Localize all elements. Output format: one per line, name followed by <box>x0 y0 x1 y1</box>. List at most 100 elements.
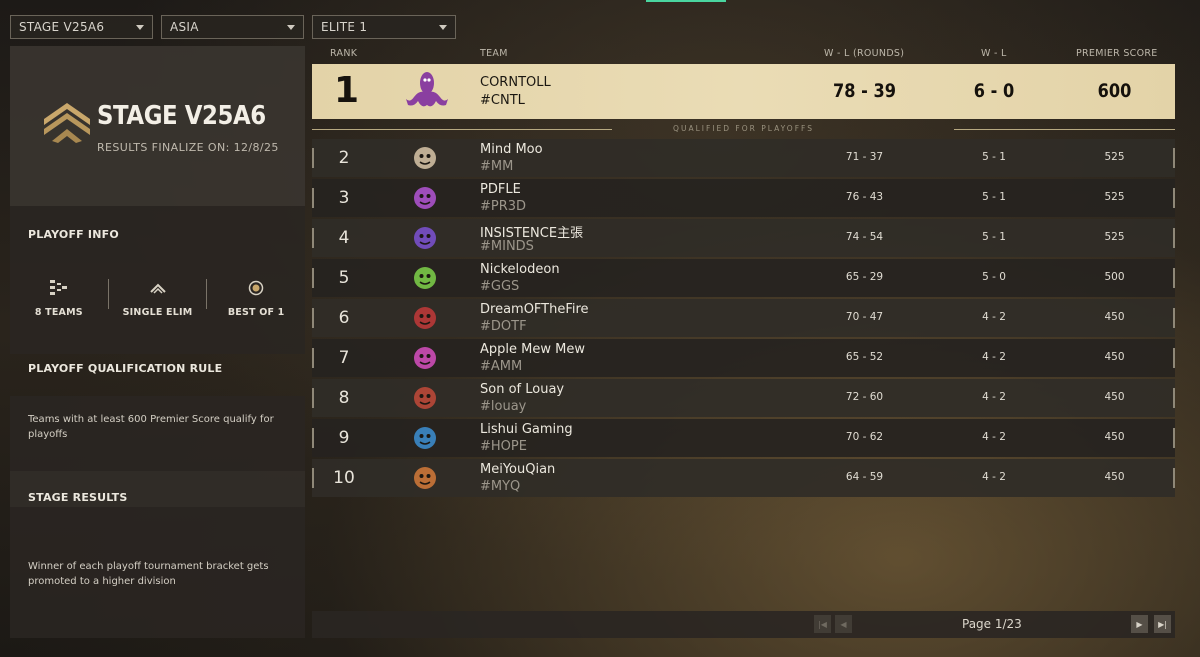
orange-octopus-logo-icon <box>414 467 436 489</box>
wl-rounds-cell: 65 - 29 <box>845 271 884 283</box>
wl-rounds-cell: 64 - 59 <box>845 471 884 483</box>
playoff-bestof-item: BEST OF 1 <box>207 279 305 339</box>
wl-cell: 5 - 1 <box>982 151 1006 163</box>
top-accent-bar <box>646 0 726 2</box>
qualification-heading: PLAYOFF QUALIFICATION RULE <box>28 361 223 375</box>
team-tag: #HOPE <box>480 439 527 454</box>
first-page-button[interactable]: |◀ <box>814 615 831 633</box>
rank-cell: 8 <box>338 388 350 408</box>
qualification-body: Teams with at least 600 Premier Score qu… <box>10 396 305 471</box>
row-edge-right <box>1173 148 1175 168</box>
row-edge-left <box>312 268 314 288</box>
region-dropdown[interactable]: ASIA <box>161 15 304 39</box>
premier-score-cell: 450 <box>1104 391 1125 403</box>
rank-cell: 4 <box>338 228 350 248</box>
rank-cell: 10 <box>333 468 355 488</box>
next-page-button[interactable]: ▶ <box>1131 615 1148 633</box>
row-edge-left <box>312 348 314 368</box>
green-octopus-logo-icon <box>414 267 436 289</box>
wl-rounds-cell: 78 - 39 <box>833 80 896 102</box>
stage-chevron-icon <box>44 103 90 143</box>
wl-cell: 5 - 1 <box>982 231 1006 243</box>
team-tag: #CNTL <box>480 93 525 108</box>
premier-score-cell: 525 <box>1104 151 1125 163</box>
premier-score-cell: 500 <box>1104 271 1125 283</box>
team-name[interactable]: CORNTOLL <box>480 75 551 90</box>
team-tag: #DOTF <box>480 319 527 334</box>
stage-results-text: Winner of each playoff tournament bracke… <box>28 561 269 587</box>
table-row[interactable]: 10 MeiYouQian #MYQ 64 - 59 4 - 2 450 <box>312 459 1175 497</box>
wl-cell: 4 - 2 <box>982 431 1006 443</box>
row-edge-left <box>312 388 314 408</box>
purple-creature-logo-icon <box>414 227 436 249</box>
qualification-text: Teams with at least 600 Premier Score qu… <box>28 414 274 440</box>
leaderboard-table: RANK TEAM W - L (ROUNDS) W - L PREMIER S… <box>312 46 1175 638</box>
row-edge-right <box>1173 428 1175 448</box>
team-name[interactable]: Lishui Gaming <box>480 422 573 437</box>
row-edge-right <box>1173 308 1175 328</box>
row-edge-right <box>1173 388 1175 408</box>
table-row[interactable]: 6 DreamOFTheFire #DOTF 70 - 47 4 - 2 450 <box>312 299 1175 337</box>
wl-rounds-cell: 74 - 54 <box>845 231 884 243</box>
playoff-teams-label: 8 TEAMS <box>34 307 83 318</box>
playoff-info-items: 8 TEAMS SINGLE ELIM BEST OF 1 <box>10 279 305 339</box>
premier-score-cell: 450 <box>1104 351 1125 363</box>
team-name[interactable]: Apple Mew Mew <box>480 342 585 357</box>
table-row[interactable]: 4 INSISTENCE主張 #MINDS 74 - 54 5 - 1 525 <box>312 219 1175 257</box>
left-panel: STAGE V25A6 RESULTS FINALIZE ON: 12/8/25… <box>10 46 305 638</box>
team-tag: #GGS <box>480 279 520 294</box>
wl-rounds-cell: 72 - 60 <box>845 391 884 403</box>
table-row[interactable]: 3 PDFLE #PR3D 76 - 43 5 - 1 525 <box>312 179 1175 217</box>
chevron-down-icon <box>136 24 144 30</box>
wl-cell: 4 - 2 <box>982 351 1006 363</box>
playoff-format-label: SINGLE ELIM <box>122 307 193 318</box>
playoff-info-heading: PLAYOFF INFO <box>28 227 119 241</box>
last-page-button[interactable]: ▶| <box>1154 615 1171 633</box>
table-row[interactable]: 8 Son of Louay #louay 72 - 60 4 - 2 450 <box>312 379 1175 417</box>
team-tag: #MYQ <box>480 479 521 494</box>
row-edge-right <box>1173 188 1175 208</box>
header-premier-score: PREMIER SCORE <box>1076 48 1158 59</box>
wl-cell: 6 - 0 <box>973 80 1015 102</box>
team-name[interactable]: Nickelodeon <box>480 262 560 277</box>
team-name[interactable]: MeiYouQian <box>480 462 555 477</box>
team-tag: #MINDS <box>480 239 534 254</box>
premier-score-cell: 600 <box>1097 80 1132 102</box>
rank-cell: 5 <box>338 268 350 288</box>
chevron-down-icon <box>287 24 295 30</box>
stage-results-body: Winner of each playoff tournament bracke… <box>10 507 305 638</box>
wl-cell: 4 - 2 <box>982 391 1006 403</box>
wl-cell: 4 - 2 <box>982 311 1006 323</box>
chevron-down-icon <box>439 24 447 30</box>
table-row[interactable]: 5 Nickelodeon #GGS 65 - 29 5 - 0 500 <box>312 259 1175 297</box>
row-edge-right <box>1173 228 1175 248</box>
table-row[interactable]: 9 Lishui Gaming #HOPE 70 - 62 4 - 2 450 <box>312 419 1175 457</box>
table-row[interactable]: 2 Mind Moo #MM 71 - 37 5 - 1 525 <box>312 139 1175 177</box>
table-row[interactable]: 7 Apple Mew Mew #AMM 65 - 52 4 - 2 450 <box>312 339 1175 377</box>
prev-page-button[interactable]: ◀ <box>835 615 852 633</box>
target-icon <box>248 279 264 297</box>
playoff-teams-item: 8 TEAMS <box>10 279 108 339</box>
heart-logo-icon <box>414 187 436 209</box>
premier-score-cell: 525 <box>1104 191 1125 203</box>
table-row-first-place[interactable]: 1 CORNTOLL #CNTL 78 - 39 6 - 0 600 <box>312 64 1175 119</box>
qualified-for-playoffs-label: QUALIFIED FOR PLAYOFFS <box>673 124 814 133</box>
red-crest-logo-icon <box>414 387 436 409</box>
team-name[interactable]: Mind Moo <box>480 142 543 157</box>
wl-rounds-cell: 71 - 37 <box>845 151 884 163</box>
stage-dropdown-value: STAGE V25A6 <box>19 20 105 34</box>
header-wl: W - L <box>981 48 1007 59</box>
stage-results-section: STAGE RESULTS <box>10 471 305 507</box>
premier-score-cell: 450 <box>1104 471 1125 483</box>
division-dropdown[interactable]: ELITE 1 <box>312 15 456 39</box>
team-name[interactable]: Son of Louay <box>480 382 564 397</box>
wl-rounds-cell: 76 - 43 <box>845 191 884 203</box>
team-name[interactable]: DreamOFTheFire <box>480 302 589 317</box>
playoff-bestof-label: BEST OF 1 <box>227 307 285 318</box>
team-name[interactable]: PDFLE <box>480 182 521 197</box>
rank-cell: 9 <box>338 428 350 448</box>
stage-title: STAGE V25A6 <box>97 101 266 131</box>
stage-dropdown[interactable]: STAGE V25A6 <box>10 15 153 39</box>
team-tag: #PR3D <box>480 199 527 214</box>
header-rank: RANK <box>330 48 358 59</box>
